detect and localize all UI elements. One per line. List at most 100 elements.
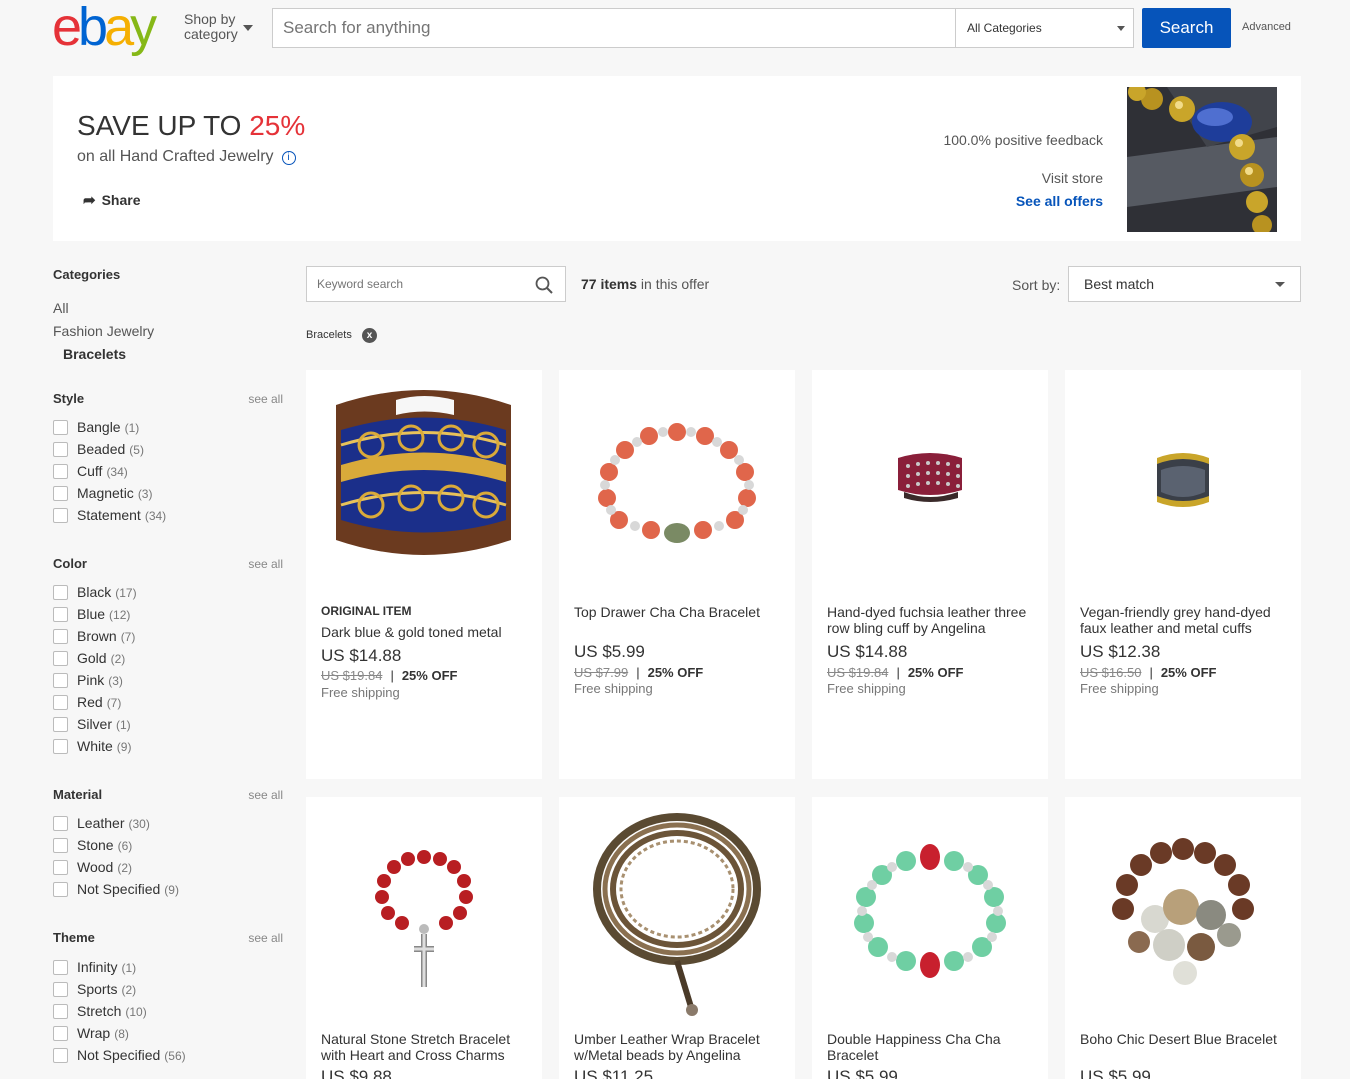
product-card[interactable]: Top Drawer Cha Cha Bracelet US $5.99 US … — [559, 370, 795, 779]
option-count: (1) — [121, 961, 137, 975]
checkbox[interactable] — [53, 1026, 68, 1041]
checkbox[interactable] — [53, 442, 68, 457]
product-price: US $5.99 — [1080, 1067, 1151, 1079]
shipping-info: Free shipping — [1080, 681, 1159, 696]
checkbox[interactable] — [53, 717, 68, 732]
store-image[interactable] — [1127, 87, 1277, 232]
product-image[interactable] — [812, 797, 1048, 1022]
checkbox[interactable] — [53, 420, 68, 435]
product-card[interactable]: Double Happiness Cha Cha Bracelet US $5.… — [812, 797, 1048, 1079]
category-select-value: All Categories — [967, 21, 1042, 35]
option-count: (3) — [137, 487, 153, 501]
info-icon[interactable]: i — [281, 151, 296, 165]
option-count: (34) — [144, 509, 167, 523]
product-image[interactable] — [1065, 797, 1301, 1022]
option-label: Cuff — [77, 463, 103, 479]
checkbox[interactable] — [53, 860, 68, 875]
sort-select[interactable]: Best match — [1068, 266, 1301, 302]
see-all-link[interactable]: see all — [248, 931, 283, 945]
search-input[interactable] — [273, 9, 955, 47]
product-card[interactable]: Vegan-friendly grey hand-dyed faux leath… — [1065, 370, 1301, 779]
product-title[interactable]: Top Drawer Cha Cha Bracelet — [574, 604, 784, 620]
checkbox[interactable] — [53, 739, 68, 754]
logo-letter-y: y — [130, 0, 157, 57]
option-count: (7) — [120, 630, 136, 644]
chevron-down-icon[interactable] — [243, 25, 253, 31]
product-image[interactable] — [812, 370, 1048, 595]
checkbox[interactable] — [53, 629, 68, 644]
site-header: ebay Shop by category All Categories Sea… — [0, 0, 1350, 60]
items-count-number: 77 items — [581, 276, 638, 292]
option-label: Sports — [77, 981, 118, 997]
share-button[interactable]: ➦ Share — [83, 191, 141, 209]
product-title[interactable]: Umber Leather Wrap Bracelet w/Metal bead… — [574, 1031, 784, 1063]
product-discount: US $19.84 | 25% OFF — [827, 665, 963, 680]
shop-by-line1: Shop by — [184, 11, 236, 27]
product-image[interactable] — [306, 797, 542, 1022]
product-card[interactable]: Boho Chic Desert Blue Bracelet US $5.99 — [1065, 797, 1301, 1079]
shop-by-category-button[interactable]: Shop by category — [184, 12, 238, 42]
product-image[interactable] — [559, 370, 795, 595]
checkbox[interactable] — [53, 982, 68, 997]
original-item-label: ORIGINAL ITEM — [321, 604, 412, 618]
see-all-link[interactable]: see all — [248, 392, 283, 406]
product-discount: US $19.84 | 25% OFF — [321, 668, 457, 683]
banner-title: SAVE UP TO 25% — [77, 110, 305, 142]
keyword-search-input[interactable] — [307, 267, 527, 301]
checkbox[interactable] — [53, 1004, 68, 1019]
product-discount: US $7.99 | 25% OFF — [574, 665, 703, 680]
product-title[interactable]: Vegan-friendly grey hand-dyed faux leath… — [1080, 604, 1290, 636]
checkbox[interactable] — [53, 508, 68, 523]
see-all-link[interactable]: see all — [248, 788, 283, 802]
product-image[interactable] — [559, 797, 795, 1022]
checkbox[interactable] — [53, 464, 68, 479]
product-title[interactable]: Double Happiness Cha Cha Bracelet — [827, 1031, 1037, 1063]
original-price: US $7.99 — [574, 665, 629, 680]
offer-banner: SAVE UP TO 25% on all Hand Crafted Jewel… — [53, 76, 1301, 241]
option-label: Red — [77, 694, 103, 710]
active-filter-chip: Bracelets — [306, 329, 352, 341]
option-label: White — [77, 738, 113, 754]
checkbox[interactable] — [53, 882, 68, 897]
category-all[interactable]: All — [53, 300, 69, 316]
product-card[interactable]: Hand-dyed fuchsia leather three row blin… — [812, 370, 1048, 779]
facet-title: Style — [53, 391, 85, 406]
checkbox[interactable] — [53, 673, 68, 688]
category-fashion-jewelry[interactable]: Fashion Jewelry — [53, 323, 154, 339]
search-icon[interactable] — [535, 276, 553, 294]
remove-filter-icon[interactable]: x — [362, 328, 377, 343]
product-title[interactable]: Dark blue & gold toned metal — [321, 624, 531, 640]
product-card[interactable]: ORIGINAL ITEM Dark blue & gold toned met… — [306, 370, 542, 779]
checkbox[interactable] — [53, 585, 68, 600]
product-title[interactable]: Natural Stone Stretch Bracelet with Hear… — [321, 1031, 531, 1063]
checkbox[interactable] — [53, 486, 68, 501]
option-label: Black — [77, 584, 112, 600]
category-select[interactable]: All Categories — [955, 9, 1133, 47]
advanced-search-link[interactable]: Advanced — [1242, 21, 1291, 33]
visit-store-link[interactable]: Visit store — [1042, 170, 1103, 186]
see-all-link[interactable]: see all — [248, 557, 283, 571]
search-button[interactable]: Search — [1142, 8, 1231, 48]
checkbox[interactable] — [53, 838, 68, 853]
product-card[interactable]: Natural Stone Stretch Bracelet with Hear… — [306, 797, 542, 1079]
checkbox[interactable] — [53, 1048, 68, 1063]
banner-subtitle: on all Hand Crafted Jewelry i — [77, 148, 296, 166]
category-bracelets: Bracelets — [63, 346, 127, 362]
see-all-offers-link[interactable]: See all offers — [1016, 193, 1103, 209]
sort-select-value: Best match — [1084, 276, 1155, 292]
option-count: (9) — [116, 740, 132, 754]
product-card[interactable]: Umber Leather Wrap Bracelet w/Metal bead… — [559, 797, 795, 1079]
facet-title: Theme — [53, 930, 95, 945]
checkbox[interactable] — [53, 607, 68, 622]
product-image[interactable] — [306, 370, 542, 595]
ebay-logo[interactable]: ebay — [52, 0, 157, 57]
checkbox[interactable] — [53, 695, 68, 710]
checkbox[interactable] — [53, 816, 68, 831]
product-title[interactable]: Hand-dyed fuchsia leather three row blin… — [827, 604, 1037, 636]
keyword-search — [306, 266, 566, 302]
product-title[interactable]: Boho Chic Desert Blue Bracelet — [1080, 1031, 1290, 1047]
checkbox[interactable] — [53, 651, 68, 666]
checkbox[interactable] — [53, 960, 68, 975]
product-image[interactable] — [1065, 370, 1301, 595]
shipping-info: Free shipping — [827, 681, 906, 696]
